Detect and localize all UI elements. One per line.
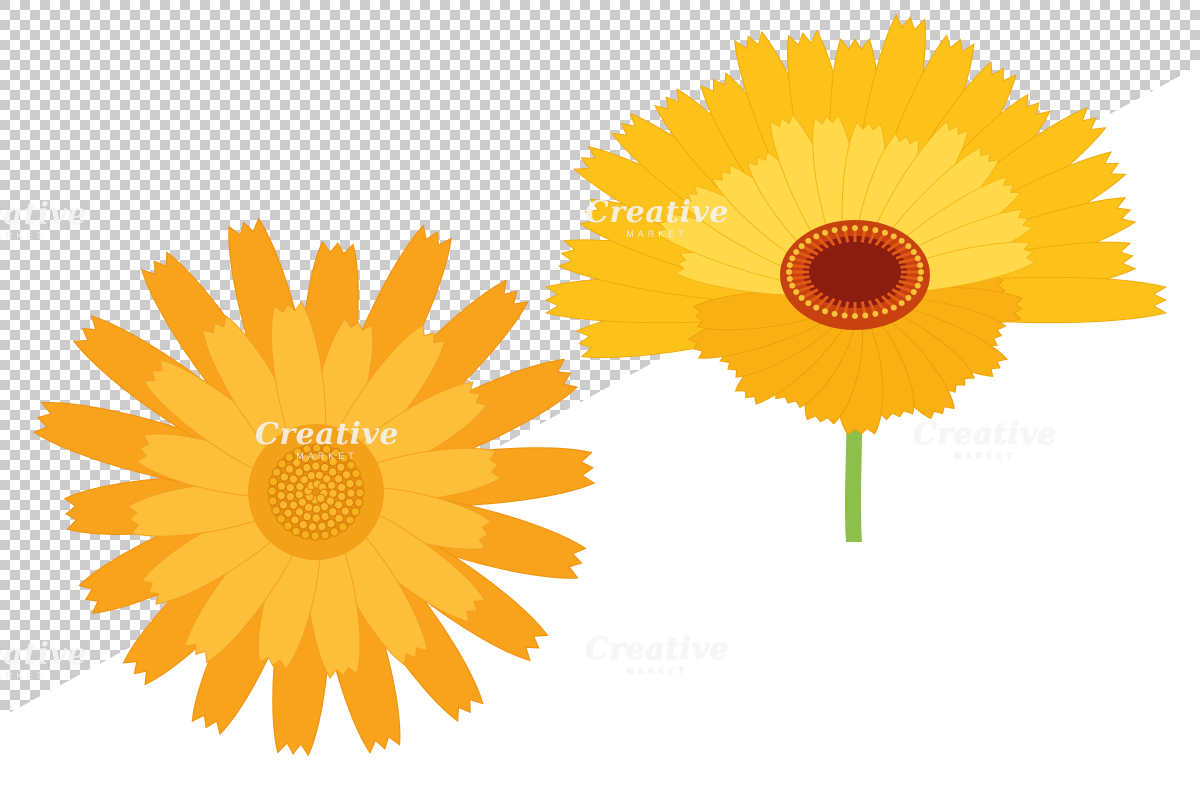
orange-flower-center (248, 424, 384, 560)
image-stage: CreativeMARKET CreativeMARKET CreativeMA… (0, 0, 1200, 800)
flower-scene (0, 0, 1200, 757)
yellow-flower-center (780, 220, 930, 330)
